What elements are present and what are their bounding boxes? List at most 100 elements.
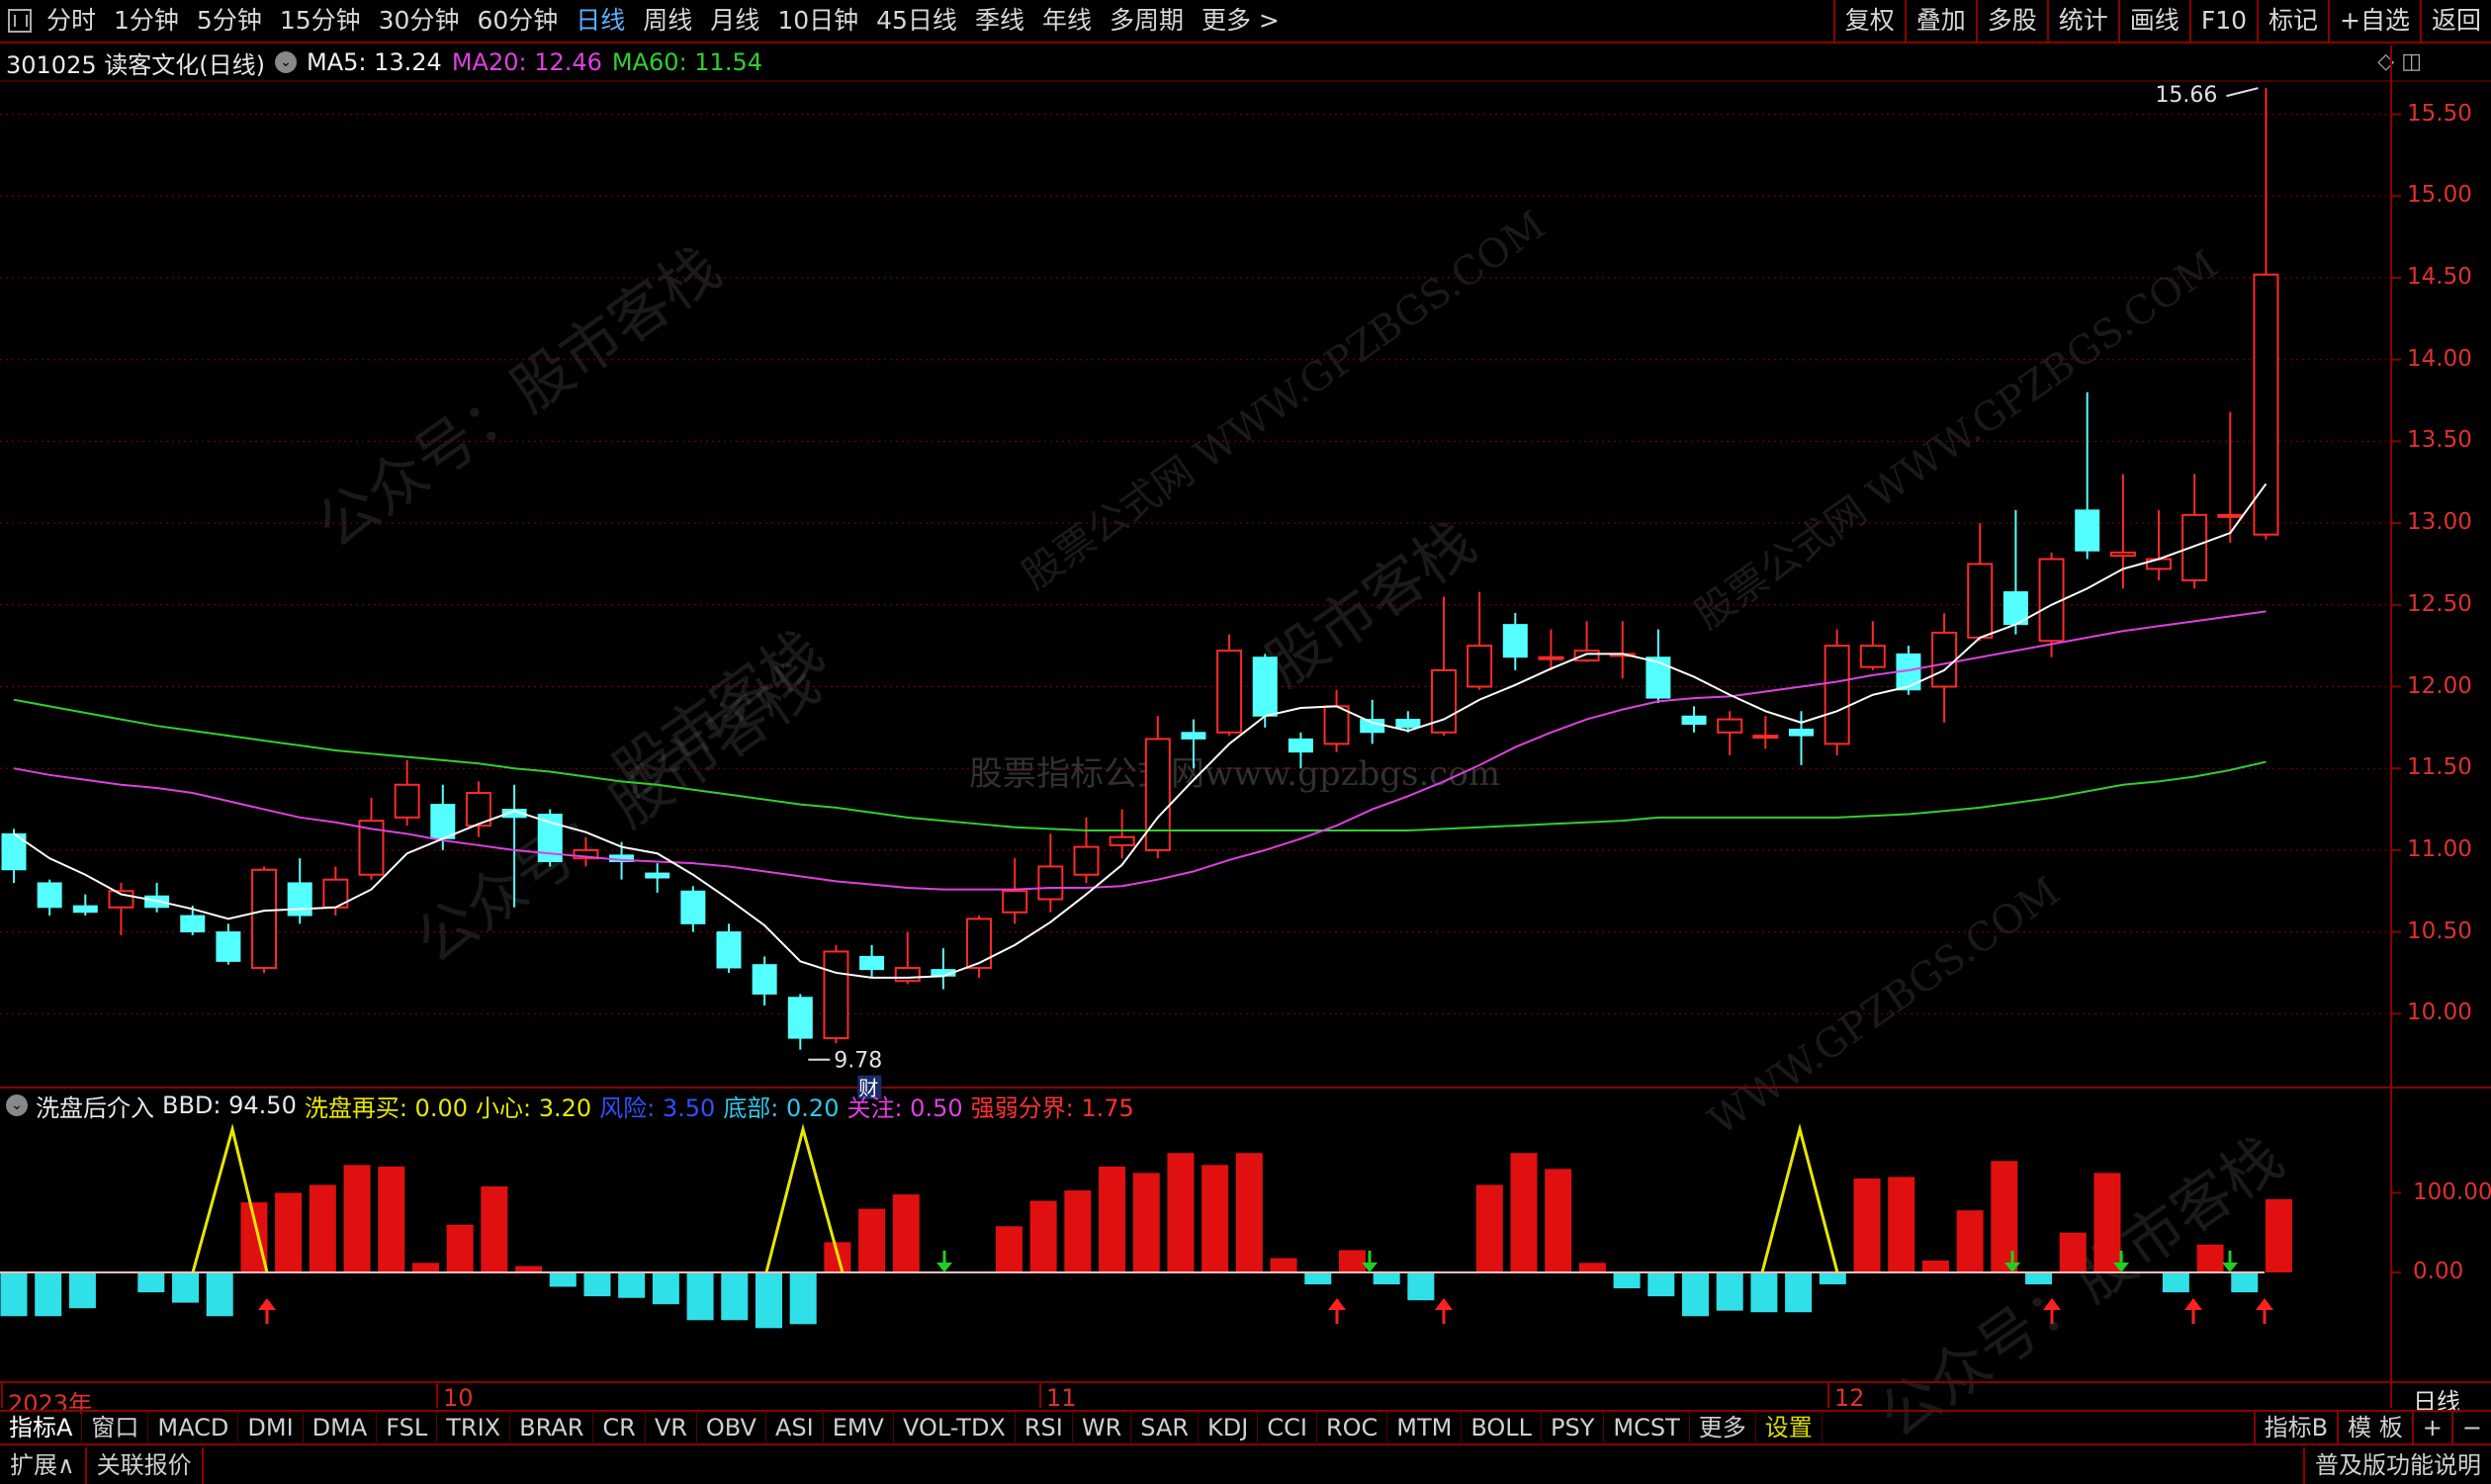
candle-up [1752, 735, 1779, 740]
candle-down [430, 804, 456, 839]
candle-up [2217, 513, 2244, 518]
indicator-tab-right[interactable]: 模 板 [2337, 1411, 2412, 1444]
indicator-bar [892, 1194, 920, 1272]
price-tick-label: 14.50 [2407, 264, 2472, 290]
indicator-tab[interactable]: FSL [377, 1411, 438, 1444]
indicator-bar [1921, 1260, 1949, 1272]
indicator-tick-label: 0.00 [2413, 1259, 2464, 1284]
buy-arrow-head [1435, 1298, 1453, 1310]
indicator-gz: 关注: 0.50 [846, 1093, 963, 1122]
indicator-tab[interactable]: RSI [1016, 1411, 1073, 1444]
indicator-bar [2059, 1232, 2087, 1272]
indicator-bar [1407, 1272, 1435, 1301]
indicator-tab[interactable]: SAR [1131, 1411, 1200, 1444]
indicator-fx: 风险: 3.50 [599, 1093, 716, 1122]
candle-down [680, 890, 706, 924]
indicator-bar [481, 1186, 508, 1272]
indicator-tab[interactable]: MACD [148, 1411, 239, 1444]
indicator-bar [755, 1272, 782, 1329]
date-label: 10 [443, 1384, 474, 1412]
candle-down [1181, 732, 1206, 740]
candle-down [859, 955, 885, 971]
indicator-tab[interactable]: 指标A [0, 1411, 83, 1444]
indicator-tab[interactable]: VR [646, 1411, 697, 1444]
indicator-bar [309, 1184, 336, 1272]
candle-down [1646, 656, 1671, 699]
indicator-tab[interactable]: 窗口 [82, 1411, 149, 1444]
price-tick-label: 13.50 [2407, 427, 2472, 454]
indicator-bar [2196, 1244, 2224, 1272]
candle-up [2038, 558, 2065, 643]
buy-arrow-head [2256, 1298, 2273, 1310]
candle-up [1859, 645, 1886, 668]
indicator-qr: 强弱分界: 1.75 [970, 1093, 1134, 1122]
date-label: 12 [1834, 1384, 1865, 1412]
indicator-tab[interactable]: OBV [697, 1411, 766, 1444]
indicator-name: 洗盘后介入 [36, 1093, 154, 1122]
candle-down [787, 997, 813, 1039]
chart-canvas[interactable]: 15.669.78财 [0, 0, 2491, 1484]
indicator-tab[interactable]: PSY [1542, 1411, 1605, 1444]
indicator-tab[interactable]: WR [1073, 1411, 1132, 1444]
indicator-tick-label: 100.00 [2413, 1178, 2491, 1205]
indicator-tabs: 指标A 窗口 MACD DMI DMA FSL TRIX BRAR CR VR OBV ASI EMV V… [0, 1410, 2491, 1445]
indicator-tab[interactable]: TRIX [437, 1411, 511, 1444]
indicator-bar [137, 1272, 165, 1293]
indicator-tab-list: 指标A 窗口 MACD DMI DMA FSL TRIX BRAR CR VR OBV ASI EMV V… [0, 1411, 1823, 1444]
indicator-bar [1235, 1153, 1263, 1272]
related-quote-button[interactable]: 关联报价 [87, 1447, 204, 1484]
expand-button[interactable]: 扩展∧ [0, 1447, 87, 1484]
indicator-bar [858, 1208, 886, 1272]
indicator-tab-right[interactable]: − [2450, 1411, 2491, 1444]
indicator-bar [1064, 1190, 1092, 1272]
candle-down [1395, 719, 1421, 729]
indicator-tab-right[interactable]: + [2411, 1411, 2451, 1444]
indicator-tab[interactable]: CCI [1258, 1411, 1317, 1444]
indicator-tab[interactable]: 设置 [1756, 1411, 1823, 1444]
indicator-tab[interactable]: DMA [304, 1411, 378, 1444]
indicator-tab[interactable]: 更多 [1690, 1411, 1756, 1444]
indicator-tab[interactable]: MTM [1387, 1411, 1463, 1444]
candle-up [1573, 650, 1600, 662]
price-tick-label: 10.50 [2407, 917, 2472, 944]
sell-arrow-head [2222, 1263, 2238, 1272]
indicator-bar [1270, 1258, 1297, 1272]
indicator-bar [1373, 1272, 1400, 1285]
indicator-bar [686, 1272, 714, 1321]
indicator-tab[interactable]: CR [593, 1411, 646, 1444]
indicator-tab[interactable]: ROC [1317, 1411, 1388, 1444]
indicator-db: 底部: 0.20 [723, 1093, 840, 1122]
indicator-bar [343, 1165, 371, 1272]
candle-up [1323, 705, 1350, 745]
candle-up [1073, 845, 1100, 876]
indicator-bar [1304, 1272, 1332, 1285]
indicator-bar [378, 1166, 405, 1272]
date-label: 11 [1046, 1384, 1077, 1412]
buy-arrow-head [2043, 1298, 2061, 1310]
indicator-tab-right[interactable]: 指标B [2253, 1411, 2337, 1444]
indicator-bar [1785, 1272, 1813, 1313]
candle-up [1109, 835, 1135, 846]
indicator-tab[interactable]: KDJ [1199, 1411, 1259, 1444]
candle-up [1824, 645, 1850, 745]
indicator-tab[interactable]: BOLL [1462, 1411, 1543, 1444]
candle-up [2109, 551, 2136, 558]
indicator-tab[interactable]: EMV [824, 1411, 894, 1444]
buy-arrow-head [258, 1298, 276, 1310]
indicator-tab[interactable]: VOL-TDX [894, 1411, 1016, 1444]
indicator-tab[interactable]: MCST [1604, 1411, 1690, 1444]
help-link[interactable]: 普及版功能说明 [2303, 1447, 2491, 1484]
indicator-settings-icon[interactable]: ⌄ [6, 1094, 28, 1116]
indicator-tab[interactable]: ASI [766, 1411, 824, 1444]
indicator-info-bar: ⌄ 洗盘后介入 BBD: 94.50 洗盘再买: 0.00 小心: 3.20 风… [0, 1088, 2491, 1123]
indicator-bar [35, 1272, 62, 1317]
indicator-bar [275, 1192, 303, 1272]
buy-arrow-head [2184, 1298, 2202, 1310]
indicator-tab[interactable]: BRAR [510, 1411, 594, 1444]
indicator-bar [1132, 1173, 1160, 1272]
high-arrow-line [2226, 87, 2259, 98]
indicator-tab[interactable]: DMI [238, 1411, 304, 1444]
indicator-bar [1716, 1272, 1743, 1311]
indicator-bar [411, 1263, 439, 1272]
indicator-bar [1475, 1184, 1503, 1272]
